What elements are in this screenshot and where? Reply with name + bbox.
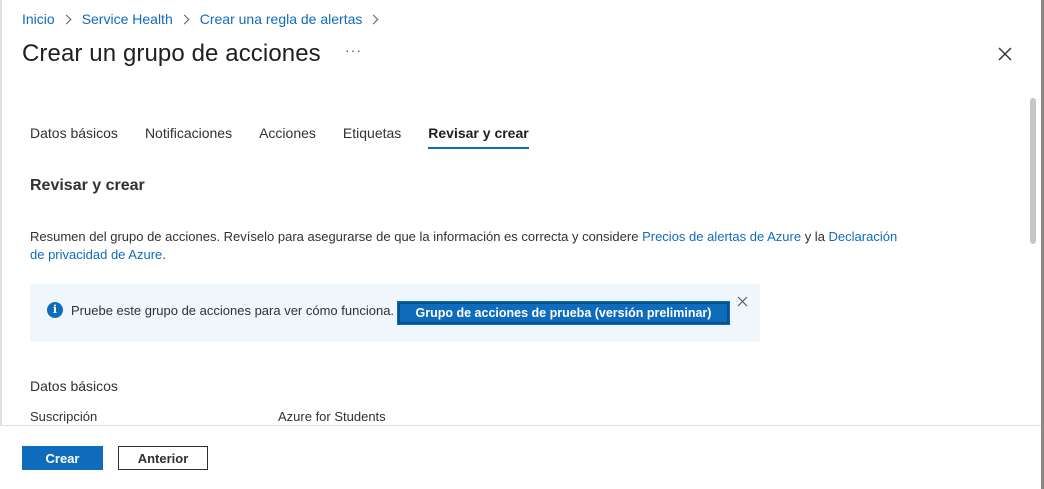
subscription-label: Suscripción	[30, 409, 98, 424]
more-options-icon[interactable]: ···	[345, 42, 362, 58]
summary-connector: y la	[804, 229, 825, 244]
test-action-group-button[interactable]: Grupo de acciones de prueba (versión pre…	[397, 301, 730, 325]
breadcrumb-item-home[interactable]: Inicio	[22, 11, 55, 27]
summary-intro: Resumen del grupo de acciones. Revíselo …	[30, 229, 639, 244]
info-banner: i Pruebe este grupo de acciones para ver…	[30, 284, 760, 342]
basics-heading: Datos básicos	[30, 378, 118, 394]
tab-actions[interactable]: Acciones	[259, 125, 316, 148]
dismiss-icon[interactable]	[737, 296, 748, 307]
info-icon: i	[47, 302, 63, 318]
info-text: Pruebe este grupo de acciones para ver c…	[71, 303, 395, 318]
scrollbar-thumb[interactable]	[1030, 98, 1036, 244]
tab-notifications[interactable]: Notificaciones	[145, 125, 232, 148]
create-button[interactable]: Crear	[22, 446, 103, 470]
vertical-scrollbar[interactable]	[1028, 96, 1038, 426]
tab-review-create[interactable]: Revisar y crear	[428, 125, 530, 149]
tab-tags[interactable]: Etiquetas	[343, 125, 401, 148]
breadcrumb-item-create-alert-rule[interactable]: Crear una regla de alertas	[200, 11, 363, 27]
chevron-right-icon	[368, 14, 379, 24]
summary-text: Resumen del grupo de acciones. Revíselo …	[30, 228, 910, 264]
pricing-link[interactable]: Precios de alertas de Azure	[642, 229, 801, 244]
previous-button[interactable]: Anterior	[118, 446, 208, 470]
tab-list: Datos básicos Notificaciones Acciones Et…	[30, 125, 556, 149]
left-border	[0, 0, 2, 489]
close-icon[interactable]	[996, 45, 1014, 63]
chevron-right-icon	[61, 14, 72, 24]
breadcrumb-item-service-health[interactable]: Service Health	[82, 11, 173, 27]
summary-end: .	[162, 247, 166, 262]
create-action-group-panel: Inicio Service Health Crear una regla de…	[0, 0, 1044, 489]
breadcrumb: Inicio Service Health Crear una regla de…	[22, 11, 389, 27]
footer: Crear Anterior	[0, 426, 1041, 489]
page-title: Crear un grupo de acciones	[22, 40, 321, 67]
section-title: Revisar y crear	[30, 177, 145, 194]
subscription-value: Azure for Students	[278, 409, 386, 424]
chevron-right-icon	[179, 14, 190, 24]
tab-basics[interactable]: Datos básicos	[30, 125, 118, 148]
